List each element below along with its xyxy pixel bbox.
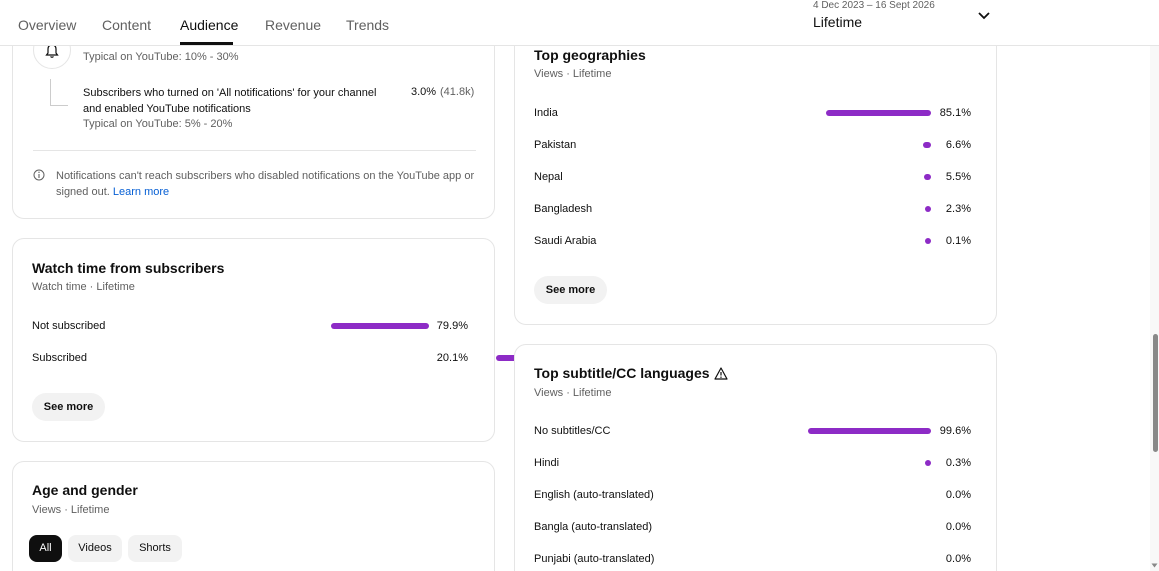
row-label: Not subscribed	[32, 320, 106, 332]
row-label: Pakistan	[534, 139, 577, 151]
info-icon	[33, 169, 45, 181]
row-value: 0.0%	[945, 521, 971, 533]
tab-trends[interactable]: Trends	[346, 17, 389, 33]
row-label: Nepal	[534, 171, 563, 183]
learn-more-link[interactable]: Learn more	[113, 186, 169, 198]
card-subtitle: Views · Lifetime	[534, 387, 612, 399]
card-subtitle: Views · Lifetime	[32, 504, 110, 516]
row-label: Punjabi (auto-translated)	[534, 553, 655, 565]
row-value: 0.1%	[945, 235, 971, 247]
typical-range-text: Typical on YouTube: 5% - 20%	[83, 118, 233, 130]
row-label: Hindi	[534, 457, 560, 469]
card-title: Top geographies	[534, 47, 646, 63]
watch-time-card: Watch time from subscribers Watch time ·…	[12, 238, 521, 442]
age-gender-card: Age and gender Views · Lifetime All Vide…	[12, 461, 495, 571]
date-range-text: 4 Dec 2023 – 16 Sept 2026	[813, 0, 935, 11]
row-value: 99.6%	[939, 425, 971, 437]
chip-all[interactable]: All	[29, 535, 62, 562]
tab-audience[interactable]: Audience	[180, 17, 238, 33]
top-nav: Overview Content Audience Revenue Trends…	[0, 0, 1159, 46]
chip-shorts[interactable]: Shorts	[128, 535, 182, 562]
card-title: Watch time from subscribers	[32, 260, 225, 276]
card-subtitle: Views · Lifetime	[534, 68, 612, 80]
chip-videos[interactable]: Videos	[68, 535, 122, 562]
row-value: 2.3%	[945, 203, 971, 215]
divider	[33, 150, 476, 151]
row-label: No subtitles/CC	[534, 425, 611, 437]
row-value: 0.3%	[945, 457, 971, 469]
scrollbar-thumb[interactable]	[1153, 334, 1158, 452]
row-value: 0.0%	[945, 553, 971, 565]
notifications-card: Typical on YouTube: 10% - 30% Subscriber…	[12, 20, 495, 219]
row-value: 85.1%	[939, 107, 971, 119]
typical-range-text: Typical on YouTube: 10% - 30%	[83, 51, 239, 63]
card-subtitle: Watch time · Lifetime	[32, 281, 135, 293]
tree-line	[50, 79, 51, 105]
row-label: Saudi Arabia	[534, 235, 597, 247]
row-value: 5.5%	[945, 171, 971, 183]
row-label: India	[534, 107, 558, 119]
tree-branch	[50, 105, 68, 106]
all-notifications-label: Subscribers who turned on 'All notificat…	[83, 87, 377, 115]
tab-overview[interactable]: Overview	[18, 17, 76, 33]
card-title: Age and gender	[32, 482, 138, 498]
all-notifications-count: (41.8k)	[440, 86, 475, 98]
see-more-button[interactable]: See more	[32, 393, 105, 421]
tab-revenue[interactable]: Revenue	[265, 17, 321, 33]
top-geographies-card: Top geographies Views · Lifetime India 8…	[514, 20, 997, 325]
row-value: 6.6%	[945, 139, 971, 151]
notification-info-text: Notifications can't reach subscribers wh…	[56, 168, 476, 200]
card-title: Top subtitle/CC languages	[534, 365, 710, 381]
chevron-down-icon[interactable]	[977, 9, 991, 23]
row-value: 79.9%	[436, 320, 468, 332]
all-notifications-value: 3.0%	[411, 86, 437, 98]
row-label: Subscribed	[32, 352, 88, 364]
active-tab-indicator	[180, 42, 233, 45]
tab-content[interactable]: Content	[102, 17, 151, 33]
see-more-button[interactable]: See more	[534, 276, 607, 304]
scroll-down-arrow-icon[interactable]	[1151, 562, 1158, 569]
row-value: 0.0%	[945, 489, 971, 501]
row-label: Bangla (auto-translated)	[534, 521, 653, 533]
row-label: Bangladesh	[534, 203, 593, 215]
date-range-selector[interactable]: Lifetime	[813, 14, 862, 30]
row-value: 20.1%	[436, 352, 468, 364]
row-label: English (auto-translated)	[534, 489, 654, 501]
subtitle-languages-card: Top subtitle/CC languages Views · Lifeti…	[514, 344, 997, 571]
scrollbar-track[interactable]	[1150, 46, 1159, 571]
warning-icon[interactable]	[714, 367, 728, 380]
